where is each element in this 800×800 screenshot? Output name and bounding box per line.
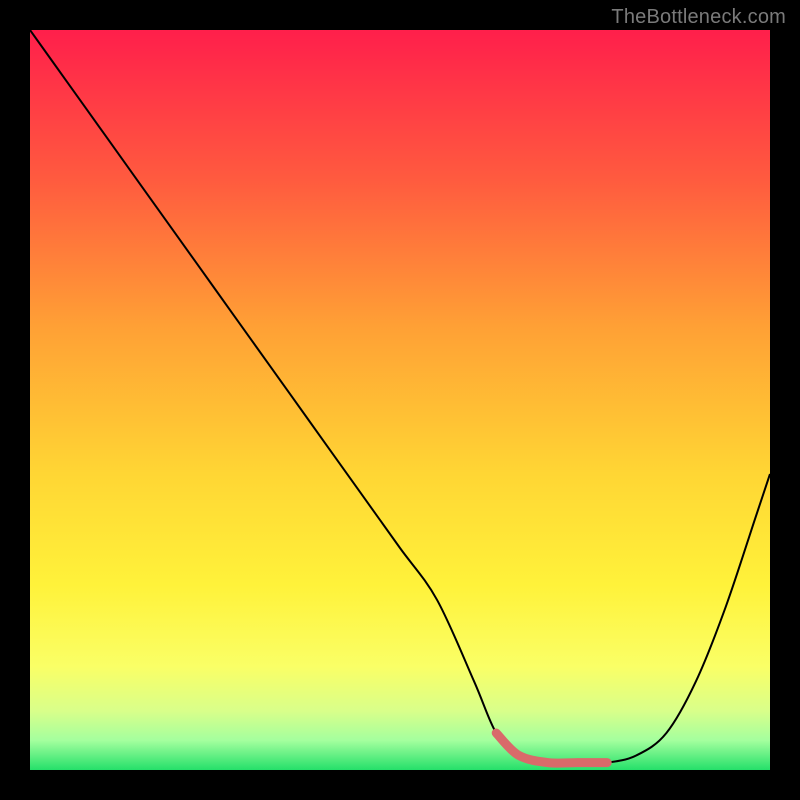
chart-frame: TheBottleneck.com (0, 0, 800, 800)
plot-area (30, 30, 770, 770)
curve-layer (30, 30, 770, 770)
flat-bottom-segment (496, 733, 607, 763)
watermark-text: TheBottleneck.com (611, 6, 786, 29)
bottleneck-curve (30, 30, 770, 763)
